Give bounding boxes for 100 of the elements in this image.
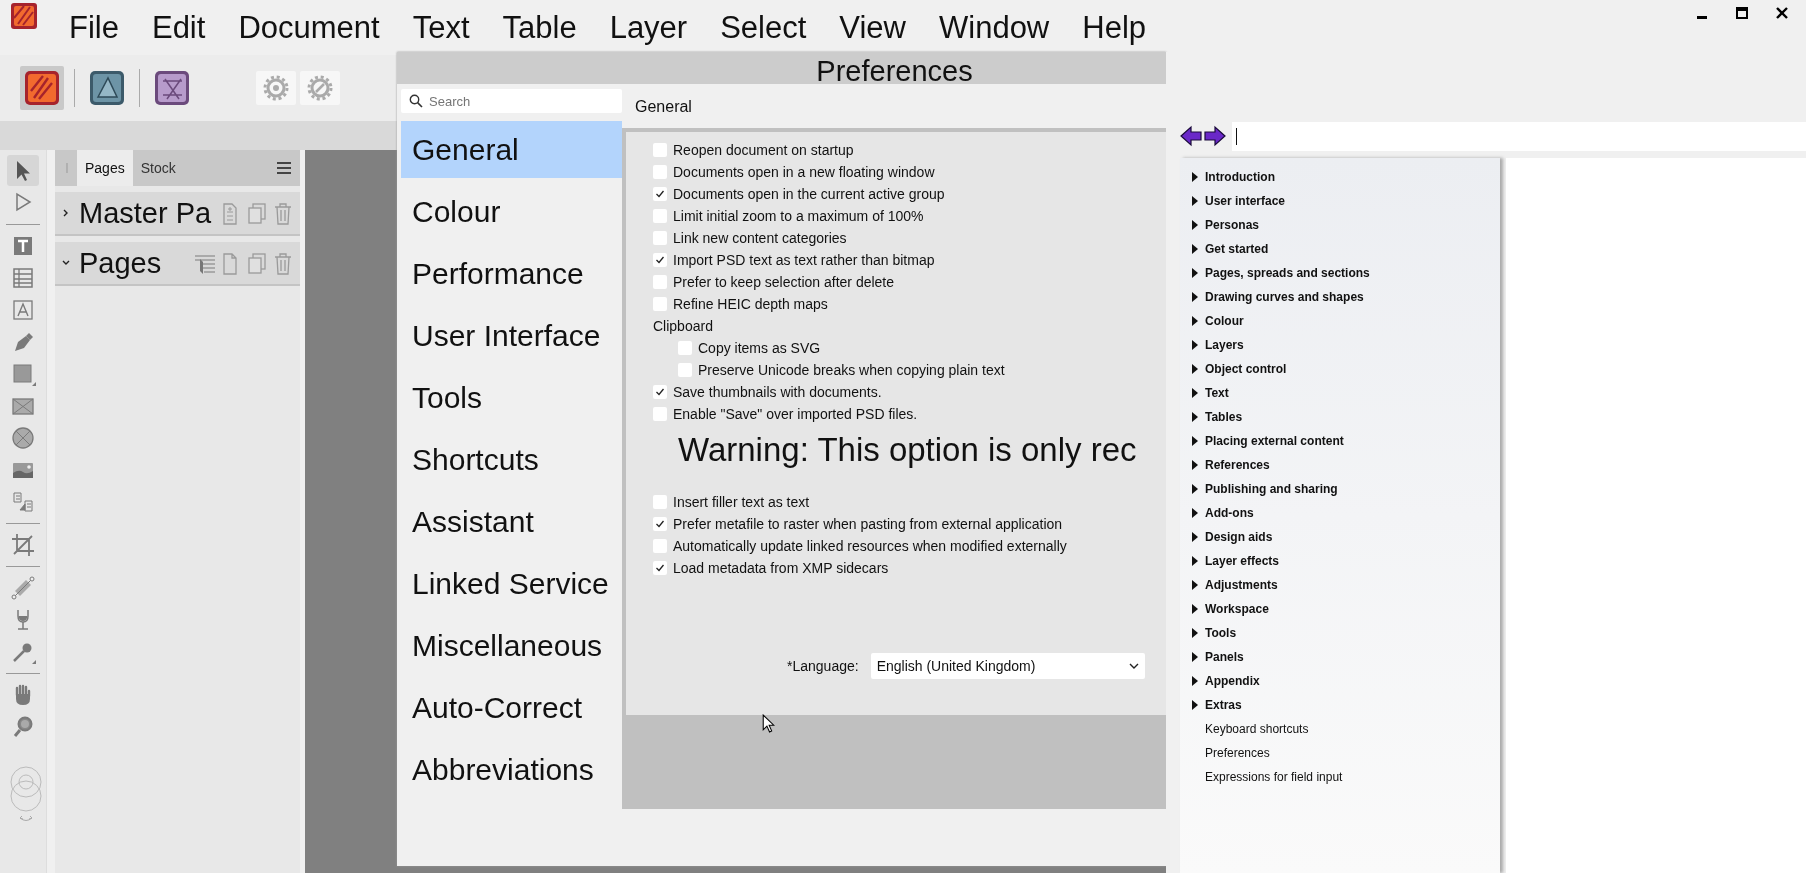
contents-item[interactable]: User interface <box>1205 194 1286 208</box>
checkbox[interactable] <box>653 407 667 421</box>
contents-item[interactable]: Colour <box>1205 314 1244 328</box>
checkbox[interactable] <box>653 539 667 553</box>
checkbox[interactable] <box>653 517 667 531</box>
forward-arrow-icon[interactable] <box>1204 125 1226 147</box>
menu-item[interactable]: Window <box>939 9 1050 47</box>
contents-item[interactable]: Introduction <box>1205 170 1275 184</box>
menu-item[interactable]: Table <box>502 9 577 47</box>
category-item[interactable]: Performance <box>401 245 622 302</box>
search-field[interactable]: Search <box>401 89 622 113</box>
contents-item[interactable]: Personas <box>1205 218 1260 232</box>
back-arrow-icon[interactable] <box>1180 125 1202 147</box>
category-item[interactable]: Linked Service <box>401 555 622 612</box>
triangle-right-icon[interactable] <box>1192 628 1198 638</box>
checkbox[interactable] <box>678 341 692 355</box>
contents-item[interactable]: Get started <box>1205 242 1269 256</box>
category-item[interactable]: Colour <box>401 183 622 240</box>
contents-item[interactable]: Add-ons <box>1205 506 1254 520</box>
category-item[interactable]: Shortcuts <box>401 431 622 488</box>
menu-icon[interactable] <box>276 161 292 175</box>
triangle-right-icon[interactable] <box>1192 316 1198 326</box>
category-item[interactable]: General <box>401 121 622 178</box>
triangle-right-icon[interactable] <box>1192 244 1198 254</box>
checkbox[interactable] <box>653 297 667 311</box>
category-item[interactable]: Tools <box>401 369 622 426</box>
panel-tab[interactable]: Pages <box>77 150 133 186</box>
contents-item[interactable]: Workspace <box>1205 602 1269 616</box>
triangle-right-icon[interactable] <box>1192 532 1198 542</box>
triangle-right-icon[interactable] <box>1192 652 1198 662</box>
triangle-right-icon[interactable] <box>1192 196 1198 206</box>
tool-button[interactable] <box>7 155 39 186</box>
triangle-right-icon[interactable] <box>1192 364 1198 374</box>
menu-item[interactable]: Text <box>412 9 470 47</box>
checkbox[interactable] <box>653 495 667 509</box>
triangle-right-icon[interactable] <box>1192 484 1198 494</box>
triangle-right-icon[interactable] <box>1192 268 1198 278</box>
maximize-icon[interactable] <box>1735 6 1749 20</box>
contents-item[interactable]: Pages, spreads and sections <box>1205 266 1370 280</box>
category-item[interactable]: Auto-Correct <box>401 679 622 736</box>
triangle-right-icon[interactable] <box>1192 580 1198 590</box>
menu-item[interactable]: Document <box>238 9 380 47</box>
contents-item[interactable]: Object control <box>1205 362 1287 376</box>
language-dropdown[interactable]: English (United Kingdom) <box>870 653 1145 679</box>
triangle-right-icon[interactable] <box>1192 700 1198 710</box>
triangle-right-icon[interactable] <box>1192 340 1198 350</box>
contents-item[interactable]: Layers <box>1205 338 1244 352</box>
category-item[interactable]: Assistant <box>401 493 622 550</box>
persona-button[interactable] <box>20 66 64 110</box>
triangle-right-icon[interactable] <box>1192 412 1198 422</box>
category-item[interactable]: Miscellaneous <box>401 617 622 674</box>
contents-item[interactable]: Adjustments <box>1205 578 1278 592</box>
checkbox[interactable] <box>653 165 667 179</box>
contents-item[interactable]: Tools <box>1205 626 1237 640</box>
contents-item[interactable]: Publishing and sharing <box>1205 482 1338 496</box>
menu-item[interactable]: Select <box>720 9 807 47</box>
triangle-right-icon[interactable] <box>1192 220 1198 230</box>
contents-item[interactable]: Text <box>1205 386 1229 400</box>
checkbox[interactable] <box>653 561 667 575</box>
contents-item[interactable]: Extras <box>1205 698 1242 712</box>
close-icon[interactable] <box>1775 6 1789 20</box>
address-field[interactable] <box>1232 121 1806 151</box>
triangle-right-icon[interactable] <box>1192 556 1198 566</box>
triangle-right-icon[interactable] <box>1192 676 1198 686</box>
section-header[interactable]: Pages <box>55 242 300 286</box>
triangle-right-icon[interactable] <box>1192 436 1198 446</box>
menu-item[interactable]: View <box>839 9 906 47</box>
triangle-right-icon[interactable] <box>1192 460 1198 470</box>
checkbox[interactable] <box>653 275 667 289</box>
checkbox[interactable] <box>653 385 667 399</box>
contents-item[interactable]: Keyboard shortcuts <box>1205 722 1309 736</box>
contents-item[interactable]: Appendix <box>1205 674 1260 688</box>
category-item[interactable]: Abbreviations <box>401 741 622 798</box>
triangle-right-icon[interactable] <box>1192 172 1198 182</box>
triangle-right-icon[interactable] <box>1192 604 1198 614</box>
contents-item[interactable]: Design aids <box>1205 530 1273 544</box>
contents-item[interactable]: Preferences <box>1205 746 1270 760</box>
contents-item[interactable]: Layer effects <box>1205 554 1280 568</box>
menu-item[interactable]: Help <box>1082 9 1147 47</box>
triangle-right-icon[interactable] <box>1192 508 1198 518</box>
contents-item[interactable]: Expressions for field input <box>1205 770 1343 784</box>
contents-item[interactable]: Tables <box>1205 410 1243 424</box>
contents-item[interactable]: Placing external content <box>1205 434 1344 448</box>
checkbox[interactable] <box>653 231 667 245</box>
triangle-right-icon[interactable] <box>1192 388 1198 398</box>
checkbox[interactable] <box>678 363 692 377</box>
checkbox[interactable] <box>653 143 667 157</box>
category-item[interactable]: User Interface <box>401 307 622 364</box>
triangle-right-icon[interactable] <box>1192 292 1198 302</box>
section-header[interactable]: Master Pa <box>55 192 300 236</box>
panel-tab[interactable]: Stock <box>132 150 184 186</box>
menu-item[interactable]: Edit <box>151 9 206 47</box>
contents-item[interactable]: Drawing curves and shapes <box>1205 290 1364 304</box>
menu-item[interactable]: File <box>69 9 119 47</box>
contents-item[interactable]: References <box>1205 458 1270 472</box>
contents-item[interactable]: Panels <box>1205 650 1244 664</box>
checkbox[interactable] <box>653 209 667 223</box>
checkbox[interactable] <box>653 253 667 267</box>
checkbox[interactable] <box>653 187 667 201</box>
menu-item[interactable]: Layer <box>609 9 688 47</box>
